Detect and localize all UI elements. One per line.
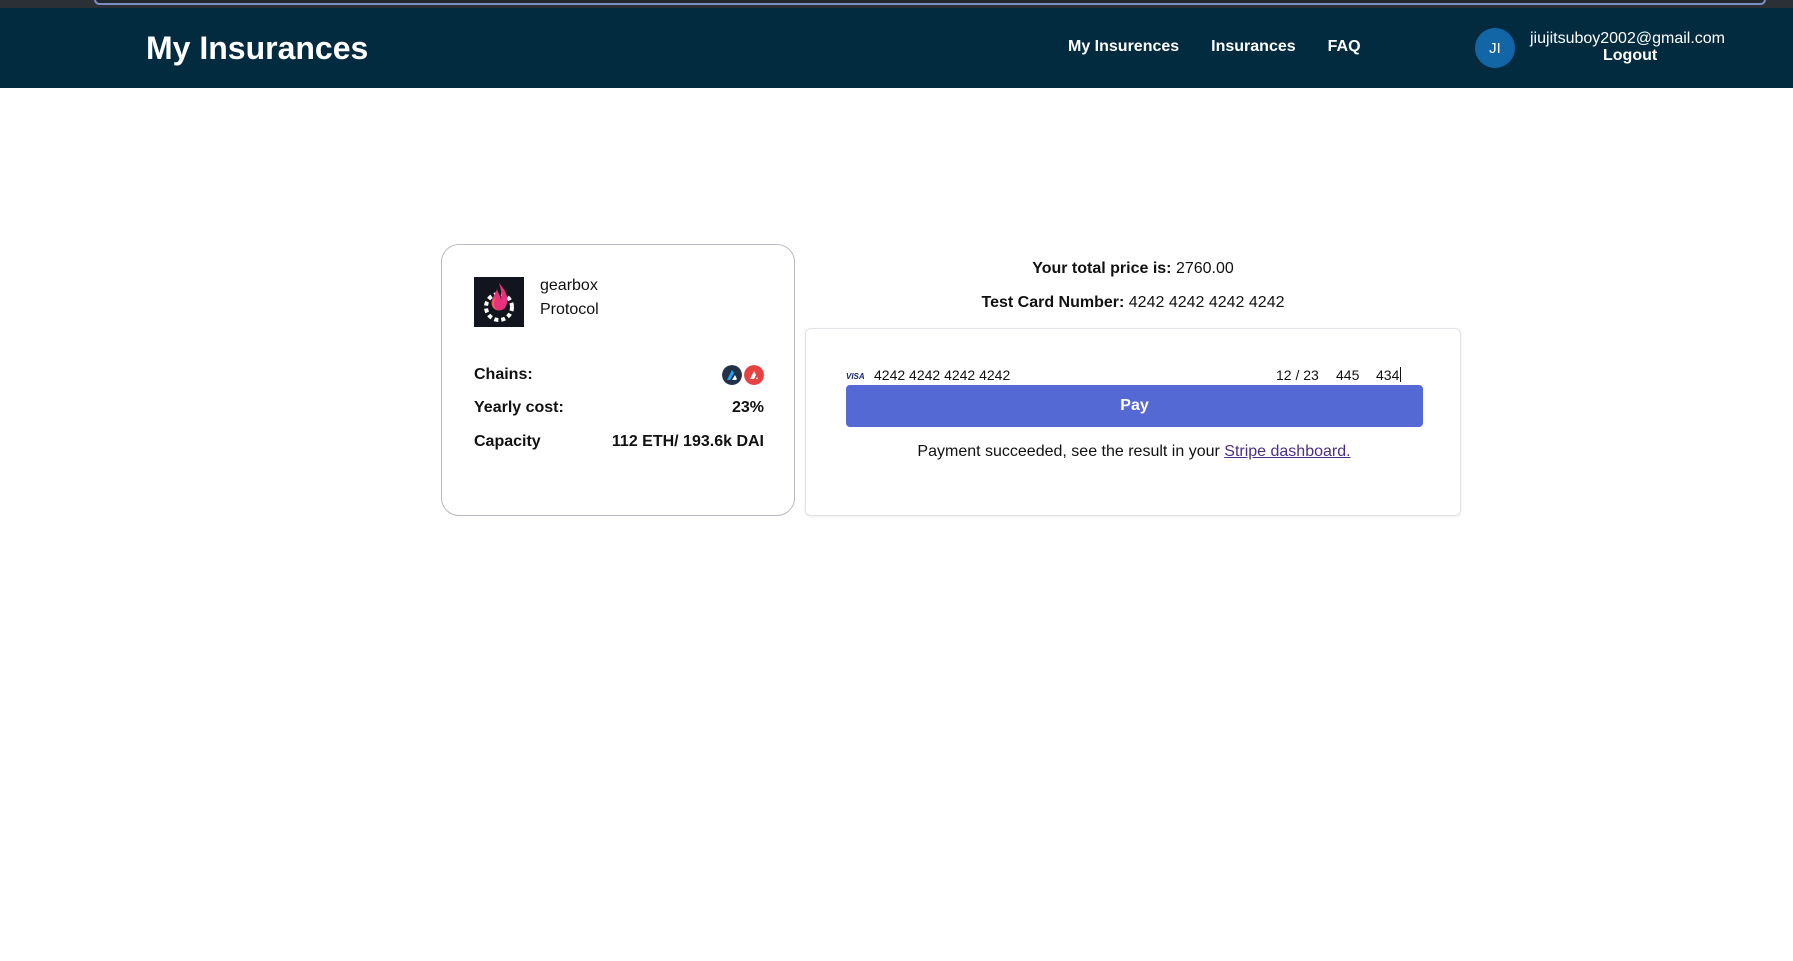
top-navbar: My Insurances My Insurences Insurances F… (0, 8, 1793, 88)
brand-title[interactable]: My Insurances (146, 30, 368, 67)
card-zip-field[interactable]: 434 (1376, 367, 1401, 383)
pay-button[interactable]: Pay (846, 385, 1423, 427)
protocol-type: Protocol (540, 301, 599, 318)
nav-insurances[interactable]: Insurances (1211, 38, 1295, 56)
test-card-value: 4242 4242 4242 4242 (1128, 294, 1285, 311)
nav-my-insurances[interactable]: My Insurences (1068, 38, 1179, 56)
test-card-label: Test Card Number: (981, 294, 1125, 311)
capacity-value: 112 ETH/ 193.6k DAI (611, 433, 764, 450)
chain-icons (722, 365, 764, 385)
chains-label: Chains: (474, 366, 533, 383)
payment-result-text: Payment succeeded, see the result in you… (917, 443, 1225, 460)
capacity-row: Capacity 112 ETH/ 193.6k DAI (474, 433, 764, 451)
avalanche-icon (744, 365, 764, 385)
avatar[interactable]: JI (1475, 28, 1515, 68)
total-price-label: Your total price is: (1032, 260, 1172, 277)
yearly-cost-value: 23% (731, 399, 764, 416)
gearbox-logo-icon (474, 277, 524, 327)
yearly-cost-label: Yearly cost: (474, 399, 564, 416)
total-price-line: Your total price is: 2760.00 (805, 260, 1461, 278)
card-element[interactable]: VISA 4242 4242 4242 4242 12 / 23 445 434 (846, 367, 1423, 387)
address-bar[interactable] (94, 0, 1766, 5)
arbitrum-icon (722, 365, 742, 385)
test-card-line: Test Card Number: 4242 4242 4242 4242 (805, 294, 1461, 312)
payment-form: VISA 4242 4242 4242 4242 12 / 23 445 434… (805, 328, 1461, 516)
payment-result: Payment succeeded, see the result in you… (806, 443, 1462, 461)
user-email: jiujitsuboy2002@gmail.com (1530, 30, 1725, 47)
total-price-value: 2760.00 (1175, 260, 1234, 277)
main-nav: My Insurences Insurances FAQ (1068, 38, 1361, 56)
browser-strip (0, 0, 1793, 8)
card-expiry-field[interactable]: 12 / 23 (1276, 367, 1319, 383)
card-number-field[interactable]: 4242 4242 4242 4242 (874, 367, 1010, 383)
yearly-cost-row: Yearly cost: 23% (474, 399, 764, 417)
capacity-label: Capacity (474, 433, 541, 450)
logout-button[interactable]: Logout (1603, 47, 1657, 65)
nav-faq[interactable]: FAQ (1328, 38, 1361, 56)
stripe-dashboard-link[interactable]: Stripe dashboard. (1224, 443, 1350, 460)
protocol-card: gearbox Protocol Chains: Yearly cost: 23… (441, 244, 795, 516)
protocol-name: gearbox (540, 277, 598, 294)
card-cvc-field[interactable]: 445 (1336, 367, 1359, 383)
chains-row: Chains: (474, 365, 764, 385)
visa-icon: VISA (846, 372, 865, 381)
